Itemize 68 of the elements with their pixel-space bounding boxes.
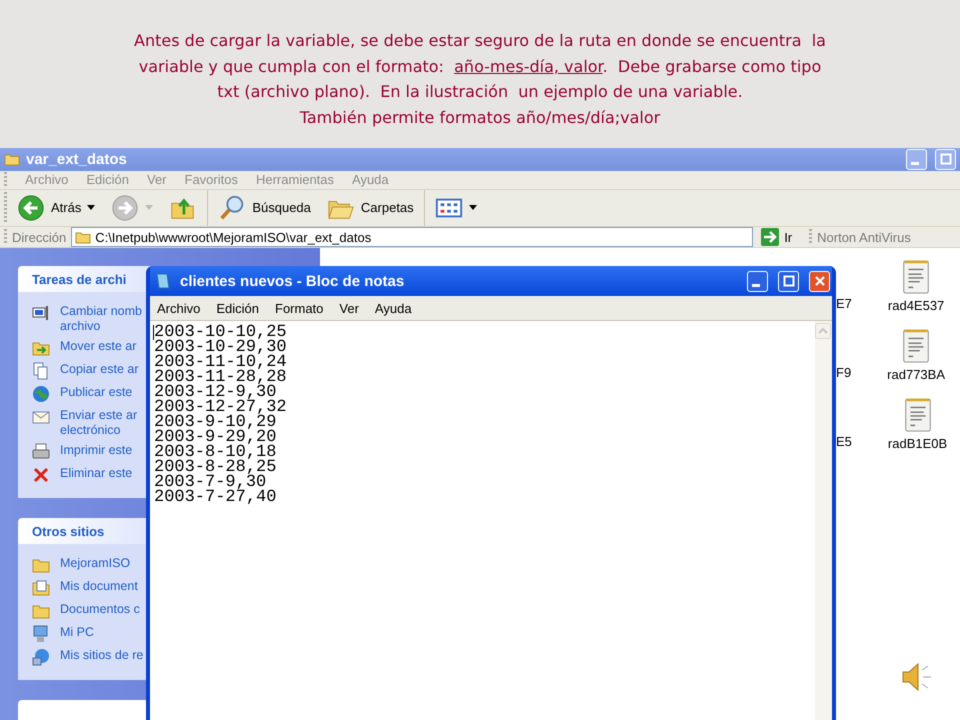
task-link[interactable]: Documentos c bbox=[60, 602, 140, 617]
caret-icon bbox=[87, 205, 96, 210]
notepad-icon bbox=[154, 272, 172, 290]
minimize-button[interactable] bbox=[906, 148, 927, 170]
caret-icon bbox=[468, 205, 477, 210]
task-link[interactable]: Mi PC bbox=[60, 625, 94, 640]
menu-item[interactable]: Edición bbox=[216, 300, 259, 316]
folders-button[interactable]: Carpetas bbox=[320, 190, 425, 226]
menu-item[interactable]: Ayuda bbox=[374, 300, 412, 316]
maximize-icon bbox=[782, 275, 794, 287]
close-button[interactable] bbox=[809, 270, 830, 292]
menu-item[interactable]: Ayuda bbox=[352, 172, 389, 188]
file-name[interactable]: E5 bbox=[836, 434, 852, 449]
menu-item[interactable]: Ver bbox=[147, 172, 167, 188]
task-link[interactable]: Imprimir este bbox=[60, 443, 132, 458]
minimize-icon bbox=[752, 284, 760, 286]
menu-item[interactable]: Ver bbox=[339, 300, 359, 316]
minimize-button[interactable] bbox=[747, 270, 768, 292]
caption-line: También permite formatos año/mes/día;valor bbox=[298, 106, 662, 128]
file-name[interactable]: rad773BA bbox=[887, 367, 945, 382]
file-name[interactable]: rad4E537 bbox=[888, 298, 944, 313]
maximize-button[interactable] bbox=[935, 148, 956, 170]
task-link[interactable]: Copiar este ar bbox=[60, 362, 139, 377]
address-field[interactable]: C:\Inetpub\wwwroot\MejoramISO\var_ext_datos bbox=[71, 227, 754, 247]
panel-title[interactable]: Tareas de archi bbox=[32, 272, 126, 286]
caret-icon bbox=[145, 205, 154, 210]
links-bar-item[interactable]: Norton AntiVirus bbox=[817, 230, 911, 244]
task-link[interactable]: Mis sitios de re bbox=[60, 648, 144, 663]
task-link[interactable]: Enviar este ar electrónico bbox=[60, 408, 138, 438]
panel-title[interactable]: Otros sitios bbox=[32, 524, 104, 538]
task-link[interactable]: Mis document bbox=[60, 579, 138, 594]
network-globe-icon bbox=[32, 648, 50, 666]
printer-icon bbox=[32, 443, 50, 461]
maximize-button[interactable] bbox=[778, 270, 799, 292]
window-title: var_ext_datos bbox=[26, 150, 127, 168]
computer-icon bbox=[32, 625, 50, 643]
file-name[interactable]: F9 bbox=[836, 365, 852, 380]
search-button[interactable]: Búsqueda bbox=[212, 190, 317, 226]
file-name[interactable]: E7 bbox=[836, 296, 852, 311]
menu-item[interactable]: Formato bbox=[275, 300, 324, 316]
file-name[interactable]: radB1E0B bbox=[888, 436, 948, 451]
documents-folder-icon bbox=[32, 579, 50, 597]
speaker-icon[interactable] bbox=[900, 660, 934, 694]
task-link[interactable]: Eliminar este bbox=[60, 466, 132, 481]
monitor-icon bbox=[32, 304, 50, 322]
delete-icon bbox=[32, 466, 50, 484]
go-button[interactable]: Ir bbox=[758, 227, 800, 247]
close-icon bbox=[814, 275, 826, 287]
globe-icon bbox=[32, 385, 50, 403]
task-link[interactable]: Publicar este bbox=[60, 385, 132, 400]
pages-icon bbox=[32, 362, 50, 380]
caption-line: txt (archivo plano). En la ilustración un ejemplo de una variable. bbox=[216, 81, 744, 103]
menu-item[interactable]: Archivo bbox=[25, 172, 68, 188]
scrollbar[interactable] bbox=[815, 321, 832, 720]
menu-item[interactable]: Favoritos bbox=[184, 172, 238, 188]
task-link[interactable]: Cambiar nomb archivo bbox=[60, 304, 142, 334]
task-link[interactable]: MejoramISO bbox=[60, 556, 130, 571]
menu-item[interactable]: Archivo bbox=[157, 300, 200, 316]
window-title: clientes nuevos - Bloc de notas bbox=[180, 272, 404, 290]
address-label: Dirección bbox=[12, 230, 66, 244]
maximize-icon bbox=[940, 153, 952, 166]
caption-line: variable y que cumpla con el formato: año-mes-día, valor. Debe grabarse como tipo bbox=[138, 56, 822, 78]
minimize-icon bbox=[911, 162, 919, 165]
caption-line: Antes de cargar la variable, se debe estar seguro de la ruta en donde se encuentra la bbox=[133, 30, 827, 52]
menu-item[interactable]: Herramientas bbox=[256, 172, 334, 188]
menu-item[interactable]: Edición bbox=[86, 172, 129, 188]
back-button[interactable]: Atrás bbox=[11, 190, 102, 226]
task-link[interactable]: Mover este ar bbox=[60, 339, 136, 354]
